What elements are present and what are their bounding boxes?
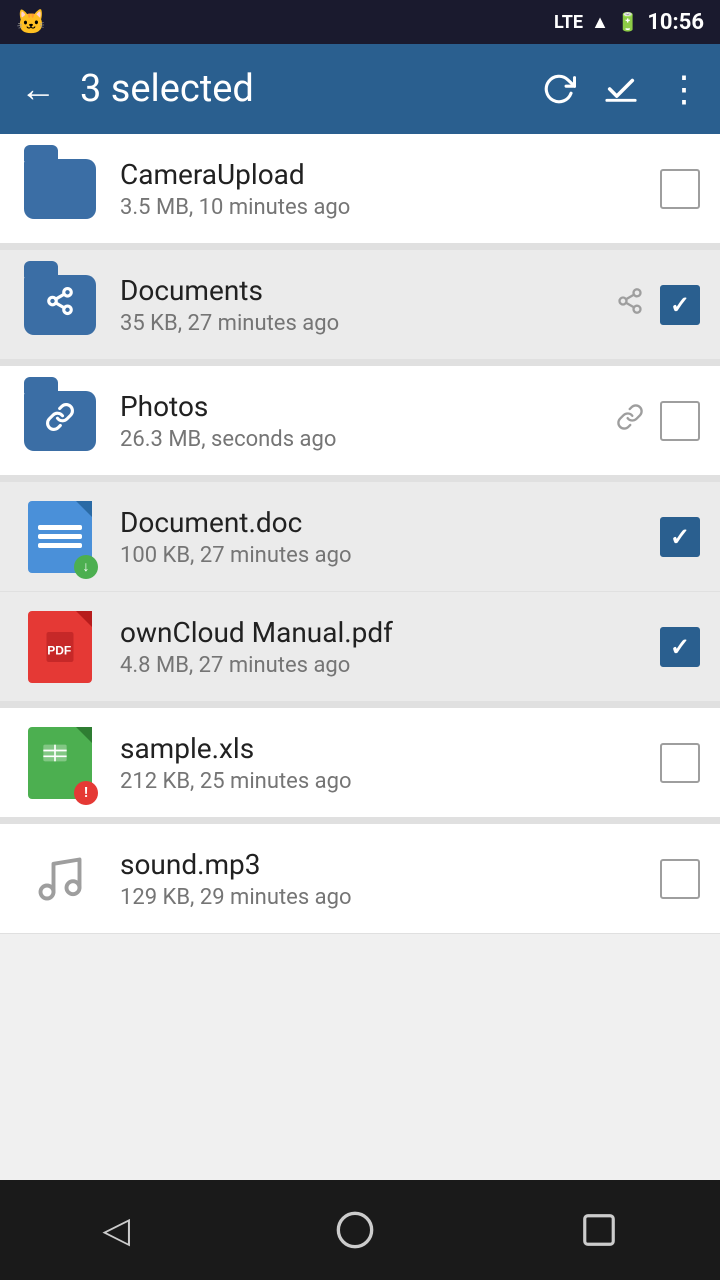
download-badge-icon: ↓ [74,555,98,579]
file-icon-wrap: ↓ [20,497,100,577]
checkbox[interactable] [660,743,700,783]
list-item[interactable]: Photos 26.3 MB, seconds ago [0,366,720,476]
checkbox[interactable] [660,627,700,667]
more-menu-button[interactable]: ⋮ [666,68,700,110]
list-item[interactable]: CameraUpload 3.5 MB, 10 minutes ago [0,134,720,244]
file-actions [660,517,700,557]
file-icon-wrap [20,839,100,919]
file-actions [660,859,700,899]
list-item[interactable]: ! sample.xls 212 KB, 25 minutes ago [0,708,720,818]
checkbox[interactable] [660,285,700,325]
status-bar: 🐱 LTE ▲ 🔋 10:56 [0,0,720,44]
status-bar-left: 🐱 [16,8,46,36]
file-info: Photos 26.3 MB, seconds ago [120,390,616,452]
file-name: Photos [120,390,616,423]
file-info: CameraUpload 3.5 MB, 10 minutes ago [120,158,660,220]
file-name: Document.doc [120,506,660,539]
pdf-file-icon: PDF [28,611,92,683]
signal-icon: ▲ [591,12,609,33]
file-icon-wrap [20,381,100,461]
list-item[interactable]: ↓ Document.doc 100 KB, 27 minutes ago [0,482,720,592]
file-icon-wrap [20,149,100,229]
file-icon-wrap: ! [20,723,100,803]
file-meta: 4.8 MB, 27 minutes ago [120,653,660,678]
file-name: Documents [120,274,616,307]
link-indicator-icon [616,403,644,439]
file-info: Documents 35 KB, 27 minutes ago [120,274,616,336]
file-actions [616,285,700,325]
file-meta: 129 KB, 29 minutes ago [120,885,660,910]
doc-line [38,525,82,530]
file-info: ownCloud Manual.pdf 4.8 MB, 27 minutes a… [120,616,660,678]
file-info: Document.doc 100 KB, 27 minutes ago [120,506,660,568]
xls-file-icon: ! [28,727,92,799]
file-actions [660,743,700,783]
file-actions [616,401,700,441]
doc-line [38,534,82,539]
select-all-button[interactable] [604,72,638,106]
folder-icon [24,159,96,219]
back-button[interactable]: ← [20,71,56,107]
sync-error-badge-icon: ! [74,781,98,805]
file-meta: 26.3 MB, seconds ago [120,427,616,452]
file-meta: 3.5 MB, 10 minutes ago [120,195,660,220]
file-actions [660,627,700,667]
selection-title: 3 selected [80,67,542,111]
mp3-file-icon [28,843,92,915]
doc-line [38,543,82,548]
checkbox[interactable] [660,859,700,899]
home-nav-button[interactable] [335,1210,375,1250]
status-bar-right: LTE ▲ 🔋 10:56 [554,10,704,35]
file-name: ownCloud Manual.pdf [120,616,660,649]
list-item[interactable]: sound.mp3 129 KB, 29 minutes ago [0,824,720,934]
file-meta: 35 KB, 27 minutes ago [120,311,616,336]
list-item[interactable]: Documents 35 KB, 27 minutes ago [0,250,720,360]
link-folder-inner-icon [45,402,75,439]
file-name: CameraUpload [120,158,660,191]
time-display: 10:56 [647,10,704,35]
file-info: sound.mp3 129 KB, 29 minutes ago [120,848,660,910]
recent-nav-button[interactable] [580,1211,618,1249]
bottom-navigation: ◁ [0,1180,720,1280]
list-item[interactable]: PDF ownCloud Manual.pdf 4.8 MB, 27 minut… [0,592,720,702]
doc-file-icon: ↓ [28,501,92,573]
action-bar-icons: ⋮ [542,68,700,110]
share-folder-inner-icon [45,286,75,323]
folder-link-icon [24,391,96,451]
refresh-button[interactable] [542,72,576,106]
file-icon-wrap: PDF [20,607,100,687]
back-nav-button[interactable]: ◁ [102,1209,130,1251]
file-info: sample.xls 212 KB, 25 minutes ago [120,732,660,794]
svg-text:PDF: PDF [47,643,71,657]
checkbox[interactable] [660,401,700,441]
lte-icon: LTE [554,12,583,33]
folder-share-icon [24,275,96,335]
file-meta: 100 KB, 27 minutes ago [120,543,660,568]
battery-icon: 🔋 [617,12,639,33]
checkbox[interactable] [660,169,700,209]
file-icon-wrap [20,265,100,345]
share-indicator-icon [616,287,644,323]
checkbox[interactable] [660,517,700,557]
file-actions [660,169,700,209]
action-bar: ← 3 selected ⋮ [0,44,720,134]
file-list: CameraUpload 3.5 MB, 10 minutes ago [0,134,720,1180]
file-name: sample.xls [120,732,660,765]
app-icon: 🐱 [16,8,46,36]
file-name: sound.mp3 [120,848,660,881]
file-meta: 212 KB, 25 minutes ago [120,769,660,794]
